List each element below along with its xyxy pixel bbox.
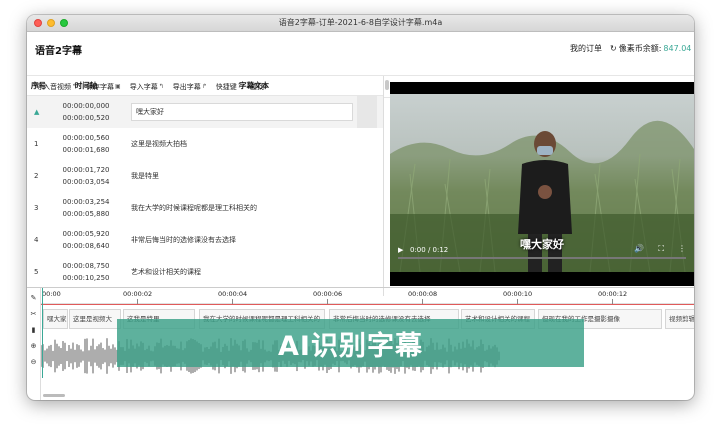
page: 语音2字幕-订单-2021-6-8自学设计字幕.m4a 语音2字幕 我的订单 ↻… <box>0 0 720 434</box>
subtitle-row[interactable]: 5 00:00:08,750 00:00:10,250 艺术和设计相关的课程 <box>27 256 383 288</box>
video-right-controls: 🔊 ⛶ ⋮ <box>634 244 686 254</box>
my-orders-link[interactable]: 我的订单 <box>570 43 602 54</box>
list-scrollbar[interactable] <box>385 80 389 90</box>
subtitle-edit-input[interactable]: 嘿大家好 <box>131 103 353 121</box>
fullscreen-icon[interactable]: ⛶ <box>658 244 664 254</box>
row-index: 4 <box>34 236 39 244</box>
ruler-tick-label: 00:00:12 <box>598 290 628 298</box>
subtitle-row[interactable]: 4 00:00:05,920 00:00:08,640 非常后悔当时的选修课没有去… <box>27 224 383 256</box>
balance[interactable]: ↻ 像素币余额: 847.04 <box>610 43 691 54</box>
row-end: 00:00:03,054 <box>62 178 110 186</box>
subtitle-segment[interactable]: 视频剪辑 <box>665 309 694 329</box>
pen-icon[interactable]: ✎ <box>31 294 37 302</box>
promo-banner: AI识别字幕 <box>117 319 584 367</box>
list-header: 序号 时间轴 字幕文本 <box>27 76 383 96</box>
banner-text: AI识别字幕 <box>278 330 423 362</box>
video-time: 0:00 / 0:12 <box>410 246 449 254</box>
header-index: 序号 <box>31 81 46 90</box>
row-index: ▲ <box>27 108 47 116</box>
ruler-tick-label: 00:00 <box>42 290 61 298</box>
title-bar: 语音2字幕-订单-2021-6-8自学设计字幕.m4a <box>27 15 694 32</box>
video-progress-bar[interactable] <box>398 257 686 259</box>
timeline-tools: ✎ ✂ ▮ ⊕ ⊖ <box>27 288 41 400</box>
refresh-icon[interactable]: ↻ <box>610 44 617 53</box>
row-text[interactable]: 非常后悔当时的选修课没有去选择 <box>125 235 383 245</box>
more-options-icon[interactable]: ⋮ <box>678 244 686 254</box>
video-player[interactable]: 嘿大家好 ▶ 0:00 / 0:12 🔊 ⛶ ⋮ <box>390 82 694 286</box>
row-index: 2 <box>34 172 39 180</box>
row-time: 00:00:01,720 00:00:03,054 <box>47 164 125 188</box>
header-text: 字幕文本 <box>239 81 269 90</box>
play-icon[interactable]: ▶ <box>398 246 408 254</box>
timeline-scrollbar[interactable] <box>43 394 65 397</box>
thumbs-up-icon: ▲ <box>34 108 40 116</box>
app-title: 语音2字幕 <box>35 46 82 57</box>
window-title: 语音2字幕-订单-2021-6-8自学设计字幕.m4a <box>278 18 443 27</box>
row-start: 00:00:03,254 <box>62 198 110 206</box>
row-time: 00:00:03,254 00:00:05,880 <box>47 196 125 220</box>
row-end: 00:00:05,880 <box>62 210 110 218</box>
zoom-out-icon[interactable]: ⊖ <box>31 358 37 366</box>
ruler-tick-label: 00:00:04 <box>218 290 248 298</box>
balance-value: 847.04 <box>663 44 692 53</box>
subtitle-list: 序号 时间轴 字幕文本 ▲ 00:00:00,000 00:00:00,520 嘿… <box>27 76 384 296</box>
row-index: 3 <box>34 204 39 212</box>
timeline-playhead[interactable] <box>42 288 43 378</box>
row-time: 00:00:08,750 00:00:10,250 <box>47 260 125 284</box>
row-end: 00:00:00,520 <box>62 114 110 122</box>
row-time: 00:00:00,560 00:00:01,680 <box>47 132 125 156</box>
row-start: 00:00:05,920 <box>62 230 110 238</box>
ruler-tick-label: 00:00:10 <box>503 290 533 298</box>
subtitle-segment[interactable]: 这里是视频大 <box>69 309 121 329</box>
zoom-in-icon[interactable]: ⊕ <box>31 342 37 350</box>
row-start: 00:00:08,750 <box>62 262 110 270</box>
balance-label: 像素币余额: <box>618 44 662 53</box>
app-header: 语音2字幕 我的订单 ↻ 像素币余额: 847.04 <box>27 32 694 76</box>
subtitle-row[interactable]: ▲ 00:00:00,000 00:00:00,520 嘿大家好 <box>27 96 383 128</box>
row-text-cell[interactable]: 嘿大家好 <box>125 103 357 121</box>
row-text[interactable]: 我是特里 <box>125 171 383 181</box>
row-text[interactable]: 艺术和设计相关的课程 <box>125 267 383 277</box>
row-text[interactable]: 这里是视频大拍档 <box>125 139 383 149</box>
row-time: 00:00:00,000 00:00:00,520 <box>47 100 125 124</box>
header-timeline: 时间轴 <box>74 81 98 90</box>
ruler-tick-label: 00:00:06 <box>313 290 343 298</box>
row-end: 00:00:08,640 <box>62 242 110 250</box>
row-action-column[interactable] <box>357 96 377 128</box>
volume-icon[interactable]: 🔊 <box>634 244 644 254</box>
row-start: 00:00:00,560 <box>62 134 110 142</box>
row-text[interactable]: 我在大学的时候课程呢都是理工科相关的 <box>125 203 383 213</box>
row-index: 1 <box>34 140 39 148</box>
time-ruler[interactable]: 00:00 00:00:02 00:00:04 00:00:06 00:00:0… <box>41 288 694 304</box>
row-start: 00:00:00,000 <box>62 102 110 110</box>
row-start: 00:00:01,720 <box>62 166 110 174</box>
ruler-tick-label: 00:00:08 <box>408 290 438 298</box>
row-end: 00:00:10,250 <box>62 274 110 282</box>
row-index: 5 <box>34 268 39 276</box>
row-end: 00:00:01,680 <box>62 146 110 154</box>
timeline-cursor-line <box>41 304 694 305</box>
row-time: 00:00:05,920 00:00:08,640 <box>47 228 125 252</box>
subtitle-row[interactable]: 2 00:00:01,720 00:00:03,054 我是特里 <box>27 160 383 192</box>
trash-icon[interactable]: ▮ <box>32 326 36 334</box>
main-content: 序号 时间轴 字幕文本 ▲ 00:00:00,000 00:00:00,520 嘿… <box>27 76 694 308</box>
subtitle-row[interactable]: 3 00:00:03,254 00:00:05,880 我在大学的时候课程呢都是理… <box>27 192 383 224</box>
scissors-icon[interactable]: ✂ <box>31 310 37 318</box>
subtitle-segment[interactable]: 嘿大家 <box>43 309 68 329</box>
subtitle-row[interactable]: 1 00:00:00,560 00:00:01,680 这里是视频大拍档 <box>27 128 383 160</box>
ruler-tick-label: 00:00:02 <box>123 290 153 298</box>
